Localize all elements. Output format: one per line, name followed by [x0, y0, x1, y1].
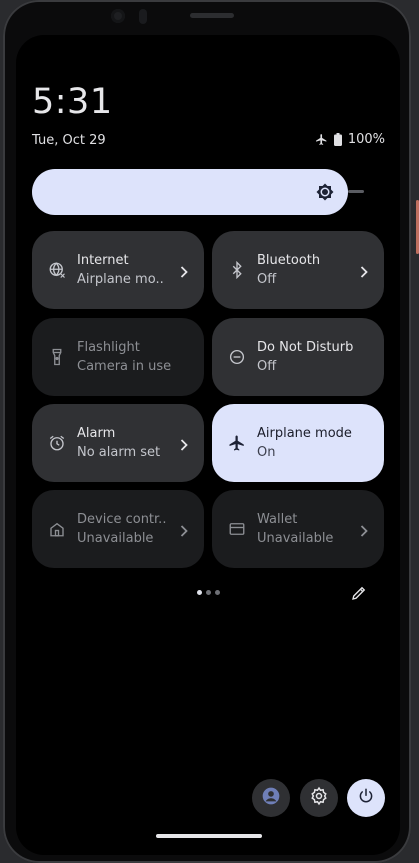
tile-label: Flashlight: [77, 340, 140, 355]
flashlight-icon: [48, 348, 66, 366]
chevron-right-icon: [180, 263, 188, 282]
chevron-right-icon: [180, 522, 188, 541]
tile-airplane-mode[interactable]: Airplane mode On: [212, 404, 384, 482]
chevron-right-icon: [360, 263, 368, 282]
battery-percent: 100%: [347, 132, 385, 147]
page-dot: [206, 590, 211, 595]
tile-alarm[interactable]: Alarm No alarm set: [32, 404, 204, 482]
page-dot: [215, 590, 220, 595]
power-button[interactable]: [347, 779, 385, 817]
tile-internet[interactable]: Internet Airplane mo..: [32, 231, 204, 309]
clock-date[interactable]: Tue, Oct 29: [32, 133, 106, 148]
chevron-right-icon: [360, 522, 368, 541]
airplane-icon: [315, 133, 328, 146]
brightness-track[interactable]: [348, 190, 364, 193]
tile-label: Do Not Disturb: [257, 340, 354, 355]
brightness-slider[interactable]: [32, 169, 348, 215]
page-dot-active: [197, 590, 202, 595]
status-bar: 100%: [315, 132, 385, 147]
alarm-icon: [48, 434, 66, 452]
tile-flashlight[interactable]: Flashlight Camera in use: [32, 318, 204, 396]
tile-status: On: [257, 445, 276, 460]
earpiece-speaker: [190, 13, 234, 18]
battery-full-icon: [333, 133, 342, 146]
clock-time[interactable]: 5:31: [32, 82, 113, 122]
globe-icon: [48, 261, 66, 279]
settings-icon: [309, 786, 329, 810]
tile-wallet[interactable]: Wallet Unavailable: [212, 490, 384, 568]
settings-button[interactable]: [300, 779, 338, 817]
front-camera: [111, 9, 125, 23]
user-switcher-button[interactable]: [252, 779, 290, 817]
tile-do-not-disturb[interactable]: Do Not Disturb Off: [212, 318, 384, 396]
proximity-sensor: [139, 9, 147, 24]
tile-device-controls[interactable]: Device contr.. Unavailable: [32, 490, 204, 568]
bluetooth-icon: [228, 260, 246, 280]
home-gesture-bar[interactable]: [156, 834, 262, 838]
edit-pencil-icon[interactable]: [350, 584, 368, 606]
user-icon: [261, 786, 281, 810]
do-not-disturb-icon: [228, 348, 246, 366]
chevron-right-icon: [180, 436, 188, 455]
tile-status: Camera in use: [77, 359, 172, 374]
wallet-icon: [228, 520, 246, 538]
tile-bluetooth[interactable]: Bluetooth Off: [212, 231, 384, 309]
airplane-icon: [228, 434, 246, 452]
home-icon: [48, 520, 66, 538]
power-icon: [357, 787, 375, 809]
page-indicator: [197, 590, 220, 595]
brightness-icon: [316, 183, 334, 205]
tile-label: Airplane mode: [257, 426, 352, 441]
tile-status: Off: [257, 359, 277, 374]
